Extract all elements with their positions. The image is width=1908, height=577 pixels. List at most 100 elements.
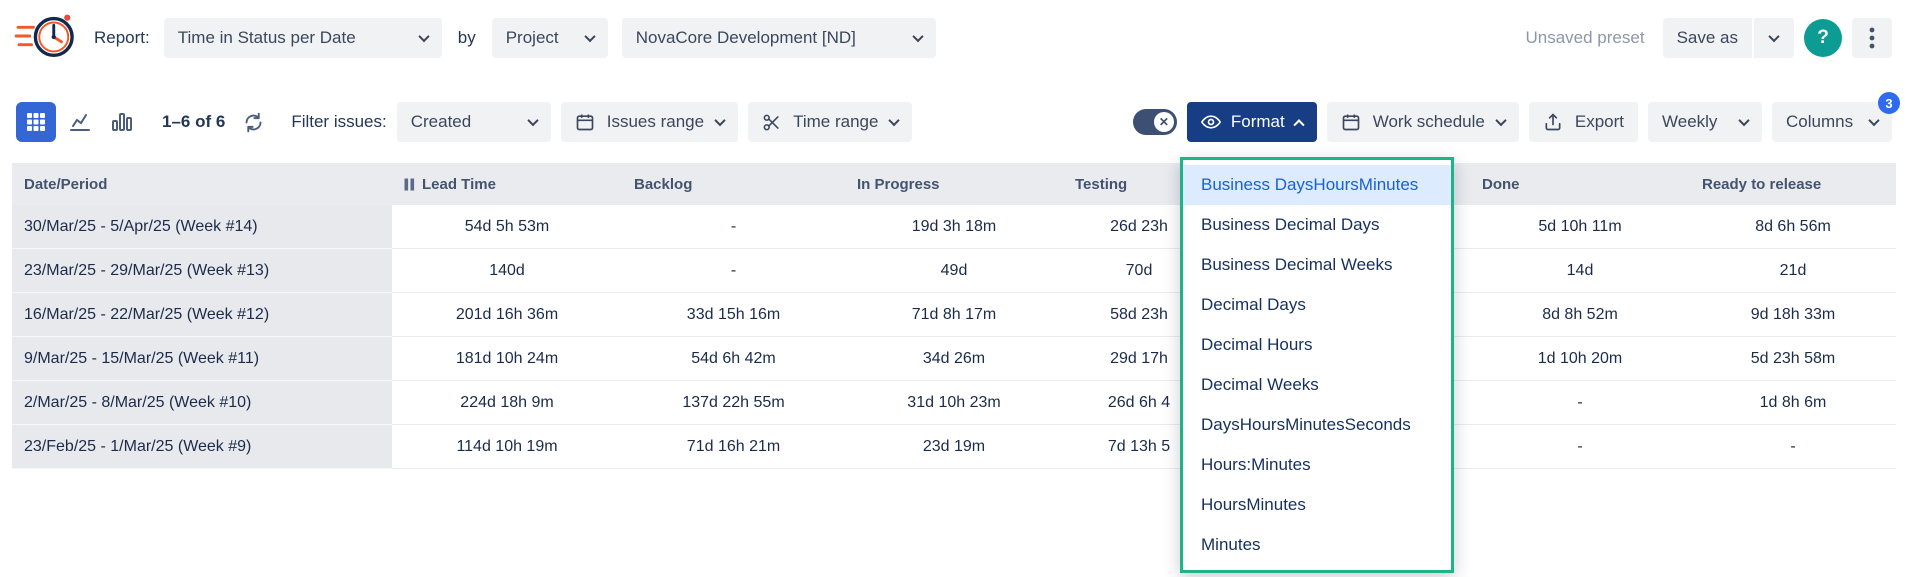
board-view-button[interactable] bbox=[104, 104, 140, 140]
format-menu-item[interactable]: Decimal Weeks bbox=[1183, 365, 1451, 405]
period-cell: 23/Feb/25 - 1/Mar/25 (Week #9) bbox=[12, 425, 392, 469]
ready-cell: 8d 6h 56m bbox=[1690, 205, 1896, 249]
backlog-cell: 33d 15h 16m bbox=[622, 293, 845, 337]
refresh-button[interactable] bbox=[235, 104, 271, 140]
in-progress-cell: 19d 3h 18m bbox=[845, 205, 1063, 249]
lead-time-cell: 54d 5h 53m bbox=[392, 205, 622, 249]
report-type-value: Time in Status per Date bbox=[178, 28, 356, 48]
backlog-cell: - bbox=[622, 205, 845, 249]
format-menu-item[interactable]: HoursMinutes bbox=[1183, 485, 1451, 525]
filter-field-value: Created bbox=[411, 112, 471, 132]
table-view-button[interactable] bbox=[16, 102, 56, 142]
chart-view-button[interactable] bbox=[62, 104, 98, 140]
format-menu-item[interactable]: Business DaysHoursMinutes bbox=[1183, 165, 1451, 205]
calendar-icon bbox=[1341, 112, 1361, 132]
app-logo-icon bbox=[14, 8, 80, 69]
table-row: 16/Mar/25 - 22/Mar/25 (Week #12) 201d 16… bbox=[12, 293, 1896, 337]
save-as-button[interactable]: Save as bbox=[1663, 18, 1752, 58]
column-header-backlog: Backlog bbox=[622, 176, 845, 193]
time-in-status-table: Date/Period Lead Time Backlog In Progres… bbox=[12, 163, 1896, 469]
bar-chart-icon bbox=[110, 110, 134, 134]
column-header-lead-time: Lead Time bbox=[392, 176, 622, 193]
table-row: 23/Mar/25 - 29/Mar/25 (Week #13) 140d - … bbox=[12, 249, 1896, 293]
columns-dropdown[interactable]: Columns bbox=[1772, 102, 1892, 142]
format-menu-item[interactable]: Business Decimal Weeks bbox=[1183, 245, 1451, 285]
grid-icon bbox=[26, 112, 46, 132]
group-by-dropdown[interactable]: Project bbox=[492, 18, 608, 58]
columns-label: Columns bbox=[1786, 112, 1853, 132]
format-menu-item[interactable]: DaysHoursMinutesSeconds bbox=[1183, 405, 1451, 445]
columns-wrap: Columns 3 bbox=[1772, 102, 1892, 142]
eye-icon bbox=[1201, 112, 1221, 132]
format-label: Format bbox=[1231, 112, 1285, 132]
format-menu-item[interactable]: Business Decimal Days bbox=[1183, 205, 1451, 245]
table-row: 30/Mar/25 - 5/Apr/25 (Week #14) 54d 5h 5… bbox=[12, 205, 1896, 249]
in-progress-cell: 49d bbox=[845, 249, 1063, 293]
in-progress-cell: 71d 8h 17m bbox=[845, 293, 1063, 337]
work-schedule-dropdown[interactable]: Work schedule bbox=[1327, 102, 1519, 142]
ellipsis-icon bbox=[1869, 27, 1875, 49]
column-header-in-progress: In Progress bbox=[845, 176, 1063, 193]
time-range-label: Time range bbox=[793, 112, 878, 132]
save-as-label: Save as bbox=[1677, 28, 1738, 48]
more-options-button[interactable] bbox=[1852, 18, 1892, 58]
save-as-caret-button[interactable] bbox=[1754, 18, 1794, 58]
chevron-down-icon bbox=[889, 115, 900, 126]
project-value: NovaCore Development [ND] bbox=[636, 28, 856, 48]
work-schedule-label: Work schedule bbox=[1373, 112, 1485, 132]
chevron-down-icon bbox=[1868, 115, 1879, 126]
comparison-toggle[interactable]: ✕ bbox=[1133, 109, 1177, 135]
by-label: by bbox=[458, 28, 476, 48]
filter-field-dropdown[interactable]: Created bbox=[397, 102, 551, 142]
ready-cell: 5d 23h 58m bbox=[1690, 337, 1896, 381]
chevron-down-icon bbox=[1768, 31, 1779, 42]
in-progress-cell: 31d 10h 23m bbox=[845, 381, 1063, 425]
issues-range-dropdown[interactable]: Issues range bbox=[561, 102, 738, 142]
ready-cell: 9d 18h 33m bbox=[1690, 293, 1896, 337]
chevron-down-icon bbox=[714, 115, 725, 126]
lead-time-columns-icon bbox=[404, 178, 415, 191]
done-cell: - bbox=[1470, 381, 1690, 425]
column-header-ready: Ready to release bbox=[1690, 176, 1896, 193]
line-chart-icon bbox=[68, 110, 92, 134]
period-cell: 23/Mar/25 - 29/Mar/25 (Week #13) bbox=[12, 249, 392, 293]
top-right-actions: Unsaved preset Save as ? bbox=[1525, 18, 1892, 58]
table-header-row: Date/Period Lead Time Backlog In Progres… bbox=[12, 163, 1896, 205]
format-menu-item[interactable]: Minutes bbox=[1183, 525, 1451, 565]
lead-time-cell: 224d 18h 9m bbox=[392, 381, 622, 425]
ready-cell: 1d 8h 6m bbox=[1690, 381, 1896, 425]
backlog-cell: 137d 22h 55m bbox=[622, 381, 845, 425]
project-dropdown[interactable]: NovaCore Development [ND] bbox=[622, 18, 936, 58]
calendar-icon bbox=[575, 112, 595, 132]
format-dropdown-button[interactable]: Format bbox=[1187, 102, 1317, 142]
in-progress-cell: 34d 26m bbox=[845, 337, 1063, 381]
top-bar: Report: Time in Status per Date by Proje… bbox=[0, 0, 1908, 58]
done-cell: 8d 8h 52m bbox=[1470, 293, 1690, 337]
in-progress-cell: 23d 19m bbox=[845, 425, 1063, 469]
ready-cell: 21d bbox=[1690, 249, 1896, 293]
period-dropdown[interactable]: Weekly bbox=[1648, 102, 1762, 142]
help-button[interactable]: ? bbox=[1804, 19, 1842, 57]
done-cell: 14d bbox=[1470, 249, 1690, 293]
export-button[interactable]: Export bbox=[1529, 102, 1638, 142]
lead-time-cell: 201d 16h 36m bbox=[392, 293, 622, 337]
report-type-dropdown[interactable]: Time in Status per Date bbox=[164, 18, 442, 58]
column-header-done: Done bbox=[1470, 176, 1690, 193]
save-as-split-button: Save as bbox=[1663, 18, 1794, 58]
time-range-dropdown[interactable]: Time range bbox=[748, 102, 912, 142]
issues-range-label: Issues range bbox=[607, 112, 704, 132]
format-menu-item[interactable]: Decimal Hours bbox=[1183, 325, 1451, 365]
export-label: Export bbox=[1575, 112, 1624, 132]
format-menu-item[interactable]: Decimal Days bbox=[1183, 285, 1451, 325]
format-menu-item[interactable]: Hours:Minutes bbox=[1183, 445, 1451, 485]
table-row: 23/Feb/25 - 1/Mar/25 (Week #9) 114d 10h … bbox=[12, 425, 1896, 469]
period-cell: 30/Mar/25 - 5/Apr/25 (Week #14) bbox=[12, 205, 392, 249]
chevron-down-icon bbox=[527, 115, 538, 126]
report-toolbar: 1–6 of 6 Filter issues: Created Issues r… bbox=[0, 102, 1908, 142]
period-cell: 16/Mar/25 - 22/Mar/25 (Week #12) bbox=[12, 293, 392, 337]
done-cell: 5d 10h 11m bbox=[1470, 205, 1690, 249]
scissors-icon bbox=[762, 113, 781, 132]
backlog-cell: - bbox=[622, 249, 845, 293]
chevron-down-icon bbox=[912, 31, 923, 42]
lead-time-cell: 114d 10h 19m bbox=[392, 425, 622, 469]
